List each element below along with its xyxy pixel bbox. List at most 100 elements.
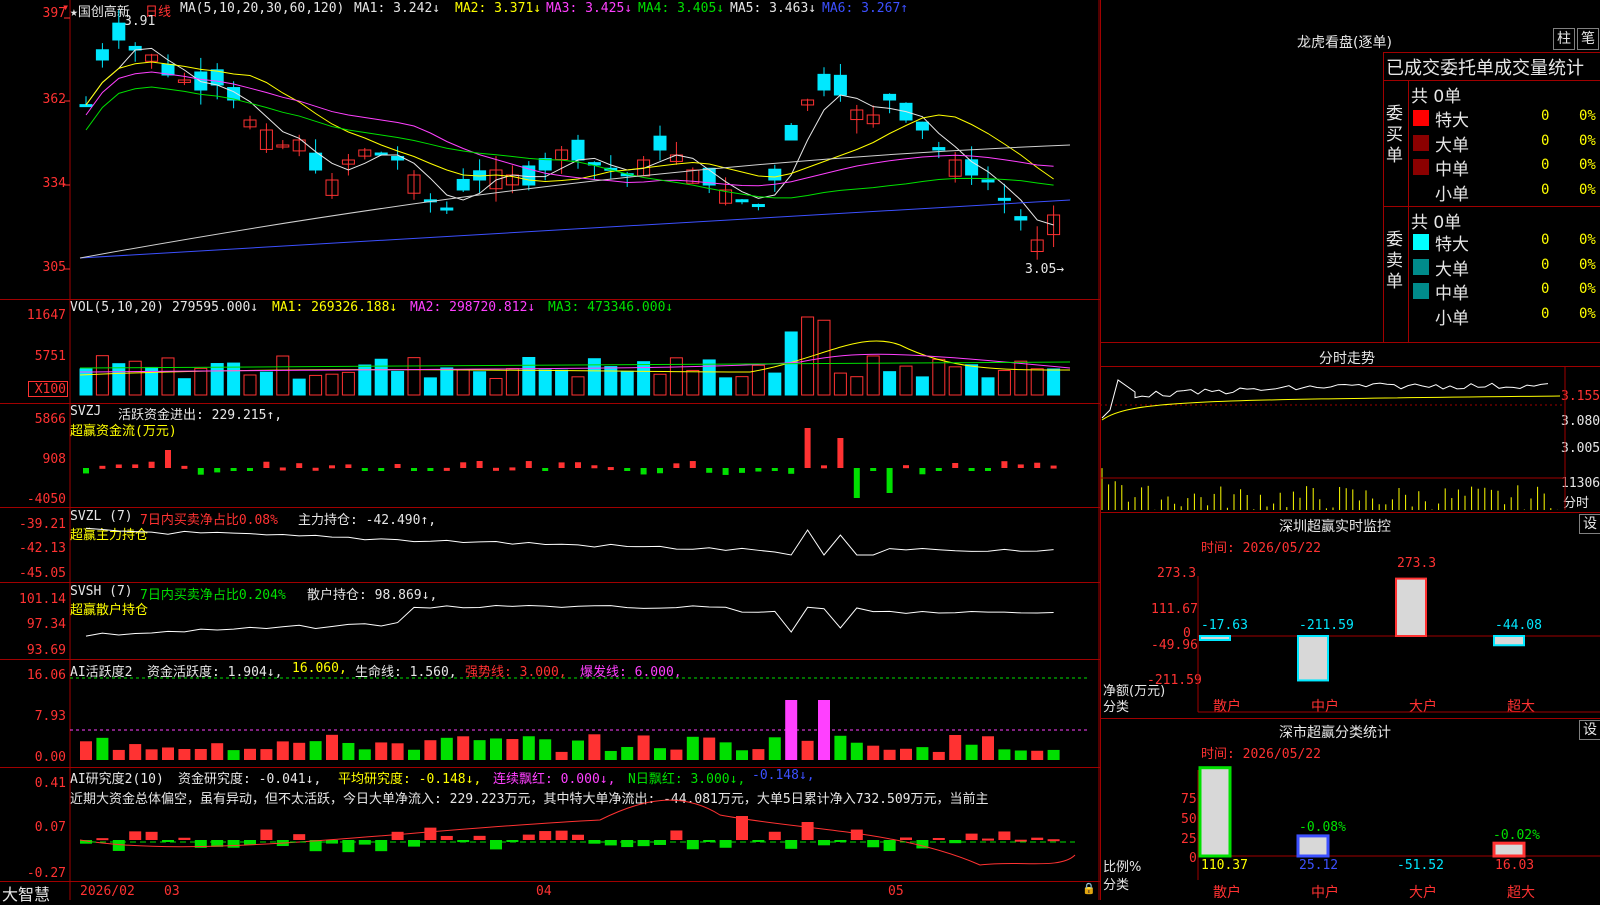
activity-bar (686, 736, 699, 760)
research-bar (391, 831, 404, 840)
volume-bar (1030, 368, 1044, 396)
activity-bar (440, 737, 453, 760)
candle-body (456, 178, 470, 191)
candle-body (309, 152, 323, 171)
category-label: 大户 (1409, 699, 1437, 715)
activity-bar (818, 700, 830, 760)
candle-body (981, 179, 995, 183)
activity-bar (194, 748, 207, 760)
volume-bar (391, 370, 405, 396)
activity-bar (982, 736, 994, 760)
flow-bar (591, 465, 598, 469)
research-bar (818, 840, 830, 846)
flow-bar (411, 468, 417, 471)
activity-bar (326, 734, 338, 760)
research-bar (801, 822, 814, 840)
category-value-label: -211.59 (1299, 618, 1354, 633)
flow-bar (755, 468, 762, 472)
order-type-label: 中单 (1435, 284, 1469, 304)
research-line (79, 799, 1076, 866)
research-bar (686, 840, 699, 850)
activity-bar (424, 740, 437, 760)
sz-monitor-cat-label: 分类 (1103, 700, 1130, 715)
activity-bar (162, 747, 174, 760)
flow-bar (771, 468, 778, 471)
research-bar (1014, 839, 1027, 842)
category-value-label: -17.63 (1201, 618, 1248, 633)
flow-bar (657, 468, 663, 474)
candle-body (932, 147, 946, 151)
research-bar (473, 835, 486, 840)
category-label: 大户 (1409, 885, 1437, 901)
activity-bar (883, 749, 896, 760)
order-percent: 0% (1579, 256, 1596, 273)
flow-bar (886, 468, 893, 493)
volume-bar (161, 357, 175, 396)
activity-bar (178, 749, 191, 760)
flow-bar (99, 465, 106, 469)
sz-class-title: 深市超赢分类统计 (1279, 725, 1391, 741)
tick-mode-button[interactable]: 笔 (1577, 28, 1599, 50)
flow-bar (509, 467, 516, 471)
volume-bar (653, 373, 667, 396)
sz-monitor-title: 深圳超赢实时监控 (1279, 519, 1391, 535)
volume-bar (768, 372, 782, 396)
sz-monitor-settings-button[interactable]: 设 (1579, 514, 1600, 534)
order-color-swatch (1413, 258, 1429, 275)
candle-body (653, 135, 667, 151)
flow-bar (788, 468, 795, 474)
research-bar (719, 840, 732, 848)
research-bar (850, 829, 863, 840)
research-bar (260, 829, 273, 840)
intraday-title: 分时走势 (1319, 351, 1375, 367)
volume-bar (1014, 360, 1028, 396)
flow-bar (804, 428, 811, 468)
volume-bar (669, 357, 683, 396)
research-bar (293, 834, 306, 840)
activity-bar (588, 734, 601, 760)
flow-bar (181, 465, 188, 469)
holding-line (85, 527, 1054, 556)
activity-bar (276, 741, 289, 760)
intraday-y-label: 3.080 (1561, 414, 1600, 429)
flow-bar (263, 461, 270, 468)
activity-bar (703, 737, 716, 760)
candle-body (915, 121, 929, 131)
sz-class-time: 时间: 2026/05/22 (1201, 747, 1321, 762)
bar-mode-button[interactable]: 柱 (1553, 28, 1575, 50)
volume-bar (571, 376, 585, 396)
candle-body (440, 207, 454, 211)
activity-bar (801, 740, 814, 760)
order-color-swatch (1413, 159, 1429, 175)
volume-bar (555, 369, 569, 396)
research-bar (621, 840, 634, 848)
sz-class-unit: 比例% (1103, 860, 1142, 875)
activity-bar (719, 742, 732, 760)
order-type-label: 特大 (1435, 111, 1469, 131)
activity-bar (408, 749, 420, 760)
category-label: 超大 (1507, 699, 1535, 715)
category-label: 散户 (1213, 699, 1241, 715)
candle-body (751, 204, 765, 208)
research-bar (539, 831, 552, 840)
order-type-label: 中单 (1435, 160, 1469, 180)
order-type-label: 大单 (1435, 259, 1469, 280)
sz-monitor-time: 时间: 2026/05/22 (1201, 541, 1321, 556)
flow-bar (821, 465, 827, 469)
flow-bar (214, 468, 221, 473)
order-type-label: 小单 (1435, 184, 1469, 205)
category-value-label: -51.52 (1397, 858, 1444, 873)
sz-class-pct-label: -0.02% (1493, 828, 1540, 843)
flow-bar (1017, 464, 1024, 468)
flow-bar (394, 464, 401, 468)
research-bar (965, 833, 978, 840)
research-bar (982, 838, 994, 841)
sz-class-settings-button[interactable]: 设 (1579, 720, 1600, 740)
activity-bar (342, 742, 355, 760)
activity-bar (457, 736, 470, 760)
research-bar (998, 831, 1011, 840)
candle-body (735, 199, 749, 203)
flow-bar (870, 468, 877, 471)
activity-bar (1014, 750, 1027, 760)
sz-class-y-label: 50 (1181, 812, 1197, 827)
